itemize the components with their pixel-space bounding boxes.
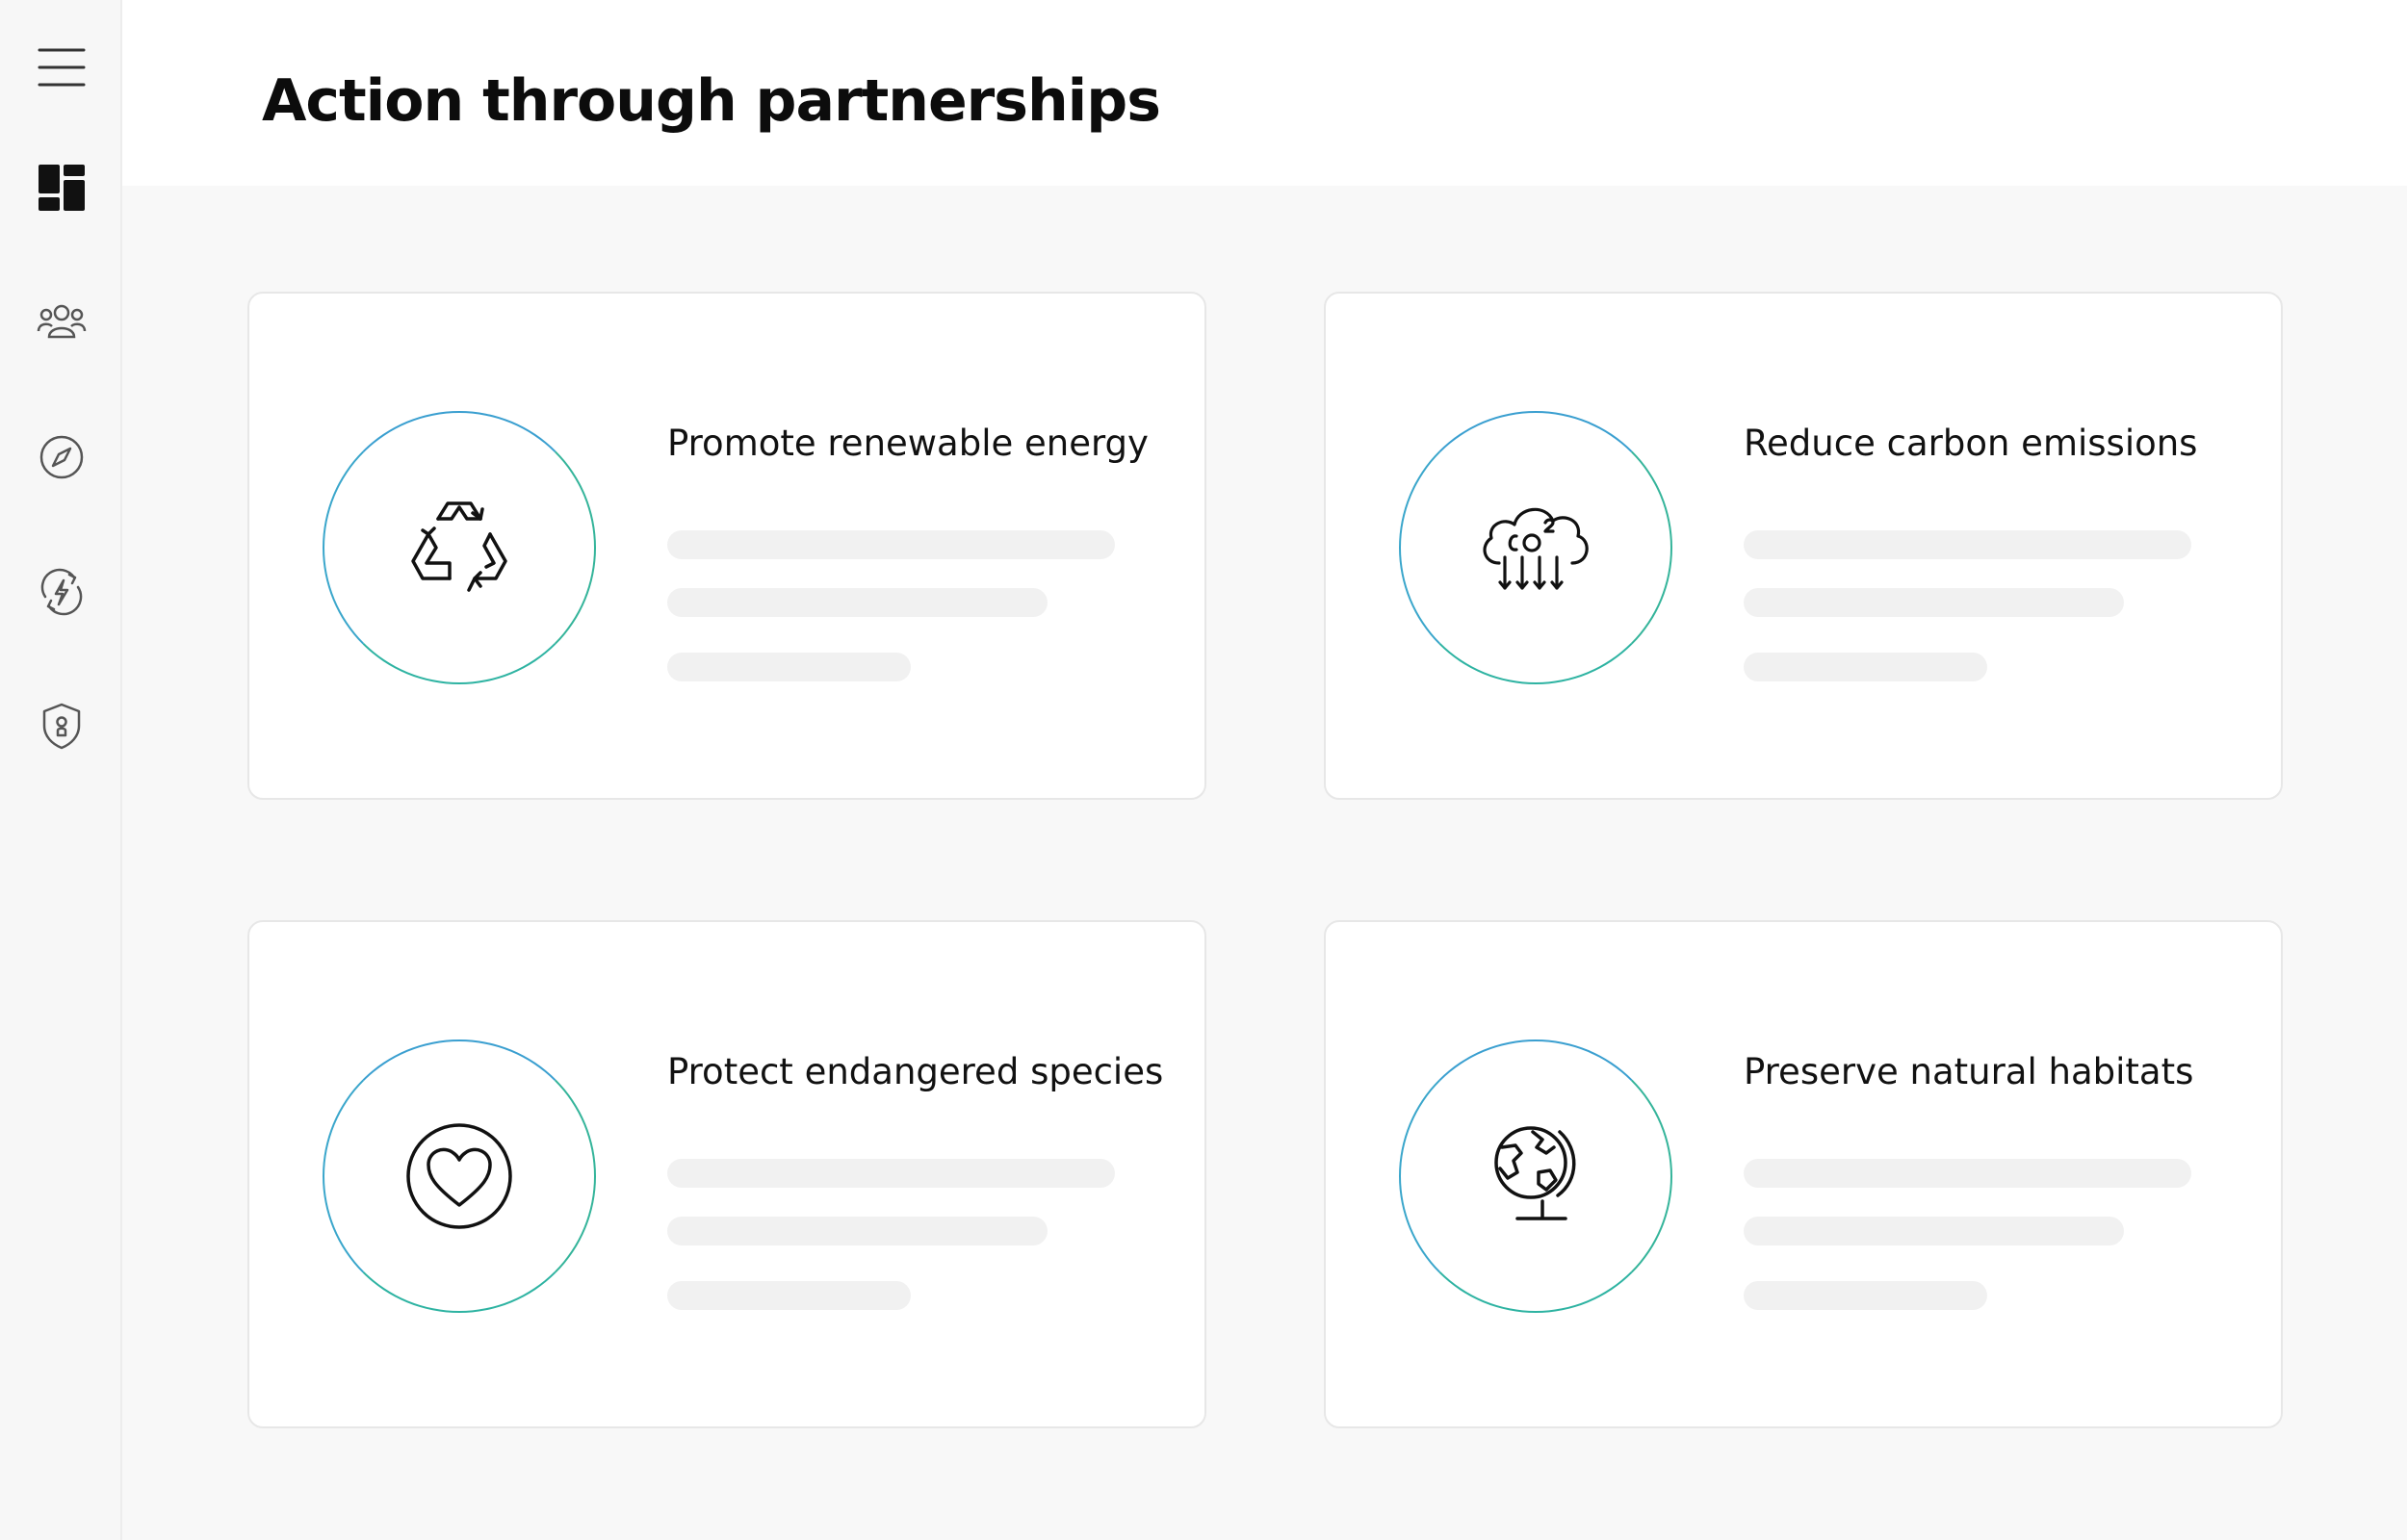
text-placeholder — [1744, 588, 2124, 617]
sidebar-item-energy[interactable] — [31, 561, 92, 623]
card-carbon-emissions[interactable]: Reduce carbon emissions — [1324, 292, 2283, 800]
card-natural-habitats[interactable]: Preserve natural habitats — [1324, 920, 2283, 1428]
shield-icon — [42, 703, 81, 750]
text-placeholder — [1744, 1217, 2124, 1245]
card-title: Protect endangered species — [667, 1051, 1164, 1092]
text-placeholder — [667, 1281, 911, 1310]
text-placeholder — [667, 1159, 1115, 1188]
dashboard-icon — [39, 165, 85, 211]
icon-badge — [1399, 411, 1672, 684]
globe-icon — [1494, 1126, 1576, 1220]
icon-badge — [323, 1040, 596, 1313]
card-title: Promote renewable energy — [667, 423, 1149, 464]
sidebar-item-dashboard[interactable] — [31, 157, 92, 218]
icon-badge — [323, 411, 596, 684]
page-header: Action through partnerships — [122, 0, 2407, 186]
text-placeholder — [1744, 1281, 1987, 1310]
text-placeholder — [1744, 530, 2191, 559]
card-title: Reduce carbon emissions — [1744, 423, 2198, 464]
card-title: Preserve natural habitats — [1744, 1051, 2194, 1092]
sidebar — [0, 0, 122, 1540]
energy-icon — [40, 568, 83, 616]
menu-button[interactable] — [31, 37, 92, 98]
text-placeholder — [667, 530, 1115, 559]
text-placeholder — [667, 653, 911, 681]
compass-icon — [39, 435, 84, 479]
card-endangered-species[interactable]: Protect endangered species — [247, 920, 1206, 1428]
sidebar-item-security[interactable] — [31, 695, 92, 757]
people-icon — [37, 304, 87, 339]
main-content: Promote renewable energy Reduce carbon e… — [122, 186, 2407, 1540]
text-placeholder — [1744, 653, 1987, 681]
sidebar-item-explore[interactable] — [31, 426, 92, 488]
text-placeholder — [667, 1217, 1048, 1245]
card-renewable-energy[interactable]: Promote renewable energy — [247, 292, 1206, 800]
sidebar-item-people[interactable] — [31, 291, 92, 352]
text-placeholder — [1744, 1159, 2191, 1188]
heart-icon — [406, 1123, 512, 1229]
co2-cloud-icon — [1483, 507, 1589, 590]
page-title: Action through partnerships — [262, 67, 1161, 135]
recycle-icon — [411, 501, 507, 592]
text-placeholder — [667, 588, 1048, 617]
menu-icon — [38, 48, 86, 87]
icon-badge — [1399, 1040, 1672, 1313]
